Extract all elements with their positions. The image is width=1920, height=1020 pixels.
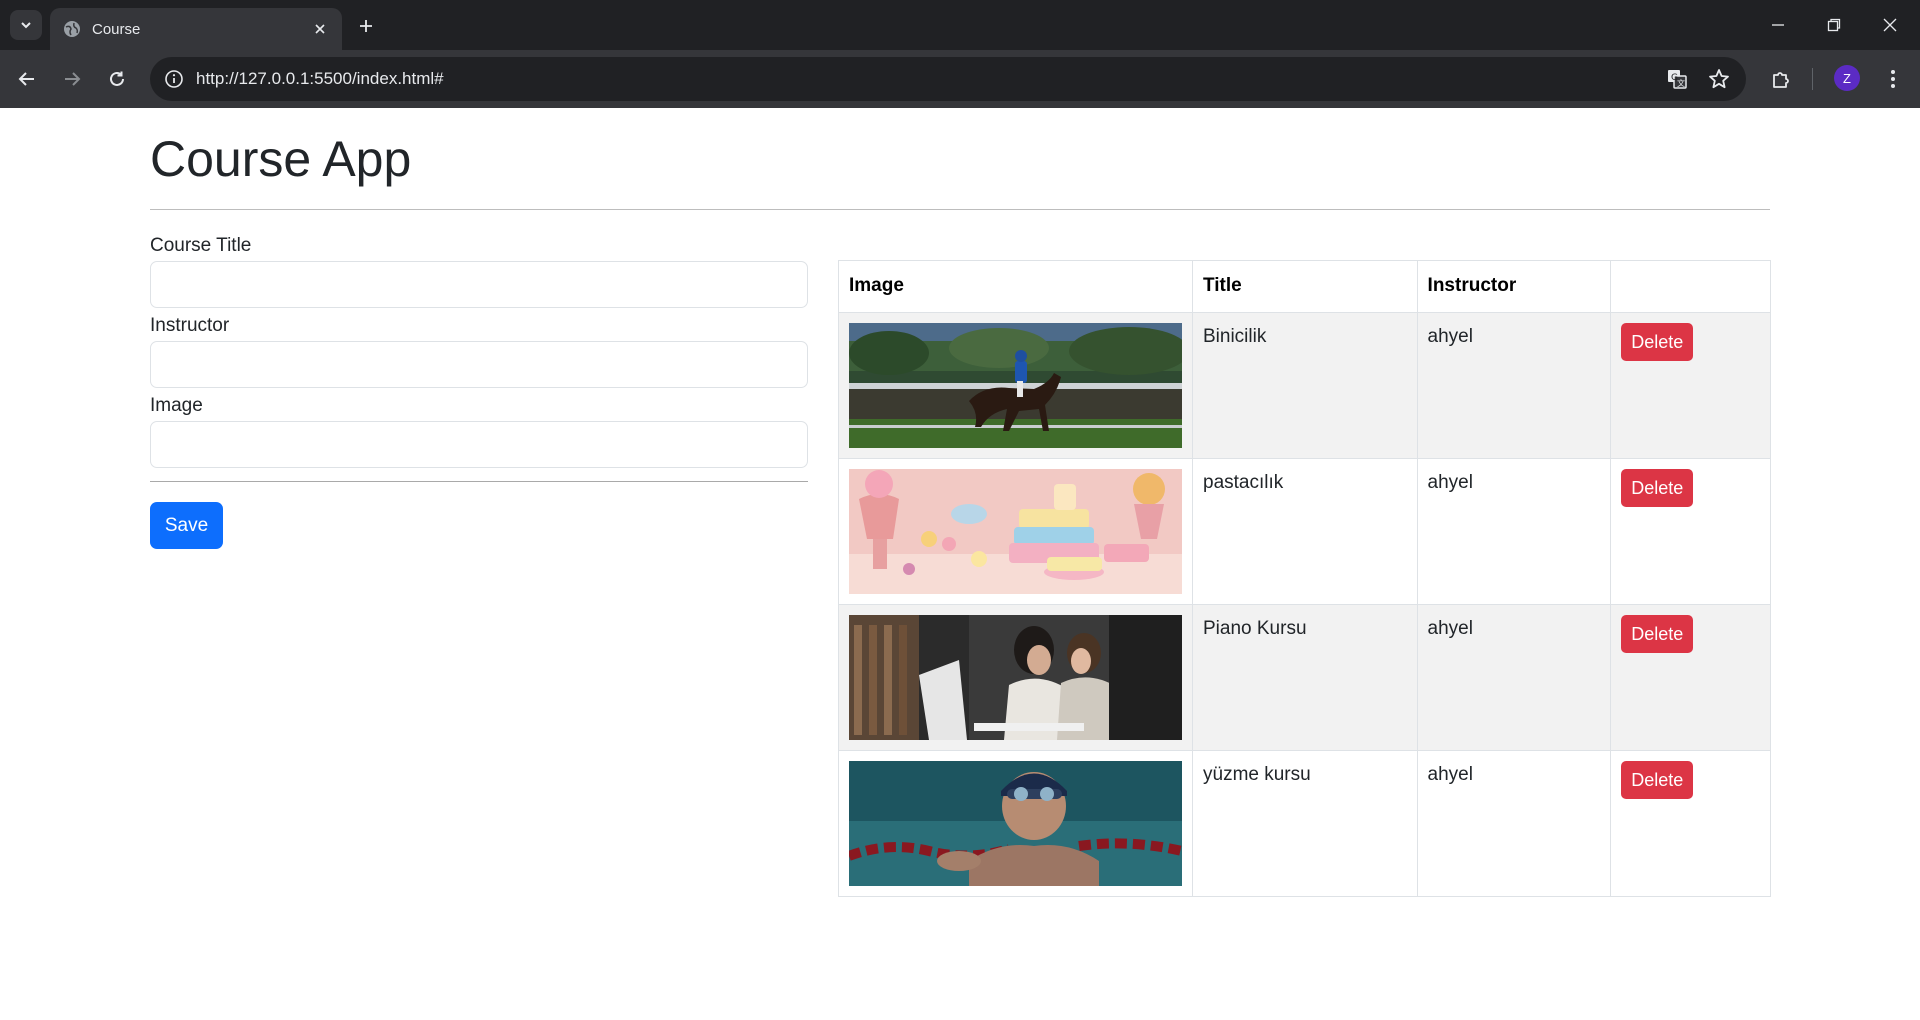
courses-table: Image Title Instructor Binicilik ahyel D… <box>838 260 1771 897</box>
header-title: Title <box>1192 260 1418 313</box>
globe-icon <box>64 21 80 37</box>
actions-cell: Delete <box>1610 604 1771 751</box>
course-instructor-text: ahyel <box>1427 618 1473 639</box>
close-icon <box>315 24 325 34</box>
image-cell <box>838 312 1193 459</box>
horse-riding-photo <box>849 323 1182 448</box>
title-cell: Binicilik <box>1192 312 1418 459</box>
delete-button[interactable]: Delete <box>1621 469 1694 507</box>
browser-toolbar: http://127.0.0.1:5500/index.html# G文 Z <box>0 50 1920 108</box>
instructor-cell: ahyel <box>1416 750 1612 897</box>
table-header-row: Image Title Instructor <box>838 260 1771 313</box>
course-instructor-text: ahyel <box>1427 764 1473 785</box>
back-button[interactable] <box>10 62 44 96</box>
table-row: Piano Kursu ahyel Delete <box>838 604 1771 751</box>
table-row: yüzme kursu ahyel Delete <box>838 750 1771 897</box>
arrow-left-icon <box>18 72 34 86</box>
title-cell: Piano Kursu <box>1192 604 1418 751</box>
more-vertical-icon <box>1891 70 1895 88</box>
minimize-button[interactable] <box>1758 8 1798 42</box>
page-title: Course App <box>150 131 412 187</box>
address-bar[interactable]: http://127.0.0.1:5500/index.html# G文 <box>150 57 1746 101</box>
title-divider <box>150 209 1770 210</box>
reload-button[interactable] <box>100 62 134 96</box>
header-actions <box>1610 260 1771 313</box>
url-text: http://127.0.0.1:5500/index.html# <box>196 69 444 88</box>
new-tab-button[interactable] <box>352 12 380 40</box>
arrow-right-icon <box>65 72 81 86</box>
table-row: pastacılık ahyel Delete <box>838 458 1771 605</box>
course-title-text: Piano Kursu <box>1203 618 1307 639</box>
image-input[interactable] <box>150 421 808 468</box>
pastry-cakes-photo <box>849 469 1182 594</box>
page-content: Course App Course Title Instructor Image… <box>0 108 1920 1020</box>
delete-button[interactable]: Delete <box>1621 761 1694 799</box>
browser-tab[interactable]: Course <box>50 8 342 50</box>
actions-cell: Delete <box>1610 750 1771 897</box>
delete-button[interactable]: Delete <box>1621 323 1694 361</box>
title-cell: pastacılık <box>1192 458 1418 605</box>
site-info-icon[interactable] <box>162 67 186 91</box>
image-label: Image <box>150 395 203 416</box>
delete-button[interactable]: Delete <box>1621 615 1694 653</box>
header-instructor: Instructor <box>1416 260 1612 313</box>
piano-lesson-photo <box>849 615 1182 740</box>
courses-table-wrapper: Image Title Instructor Binicilik ahyel D… <box>838 260 1771 897</box>
browser-menu-button[interactable] <box>1876 62 1910 96</box>
course-title-text: yüzme kursu <box>1203 764 1311 785</box>
course-title-input[interactable] <box>150 261 808 308</box>
header-image: Image <box>838 260 1193 313</box>
puzzle-icon <box>1773 72 1789 88</box>
instructor-cell: ahyel <box>1416 312 1612 459</box>
tab-close-button[interactable] <box>310 19 330 39</box>
toolbar-divider <box>1812 68 1813 90</box>
swimming-photo <box>849 761 1182 886</box>
translate-icon[interactable]: G文 <box>1662 64 1692 94</box>
course-instructor-text: ahyel <box>1427 472 1473 493</box>
plus-icon <box>360 20 372 32</box>
browser-tab-bar: Course <box>0 0 1920 50</box>
course-form: Course Title Instructor Image <box>150 233 808 473</box>
tab-title: Course <box>92 20 141 38</box>
table-row: Binicilik ahyel Delete <box>838 312 1771 459</box>
restore-button[interactable] <box>1814 8 1854 42</box>
title-cell: yüzme kursu <box>1192 750 1418 897</box>
image-cell <box>838 750 1193 897</box>
actions-cell: Delete <box>1610 312 1771 459</box>
reload-icon <box>110 71 124 86</box>
save-button[interactable]: Save <box>150 502 223 549</box>
chevron-down-icon <box>21 22 31 29</box>
forward-button[interactable] <box>55 62 89 96</box>
bookmark-star-icon[interactable] <box>1704 64 1734 94</box>
course-title-text: Binicilik <box>1203 326 1267 347</box>
instructor-cell: ahyel <box>1416 458 1612 605</box>
instructor-cell: ahyel <box>1416 604 1612 751</box>
minimize-icon <box>1772 24 1784 26</box>
tab-search-button[interactable] <box>10 10 42 40</box>
course-instructor-text: ahyel <box>1427 326 1473 347</box>
course-title-text: pastacılık <box>1203 472 1284 493</box>
close-window-button[interactable] <box>1870 8 1910 42</box>
course-title-label: Course Title <box>150 235 252 256</box>
close-icon <box>1883 18 1897 32</box>
profile-avatar[interactable]: Z <box>1834 65 1860 91</box>
image-cell <box>838 458 1193 605</box>
image-cell <box>838 604 1193 751</box>
extensions-button[interactable] <box>1764 62 1798 96</box>
restore-icon <box>1827 18 1841 32</box>
instructor-input[interactable] <box>150 341 808 388</box>
actions-cell: Delete <box>1610 458 1771 605</box>
form-divider <box>150 481 808 482</box>
svg-text:文: 文 <box>1677 78 1685 88</box>
instructor-label: Instructor <box>150 315 230 336</box>
